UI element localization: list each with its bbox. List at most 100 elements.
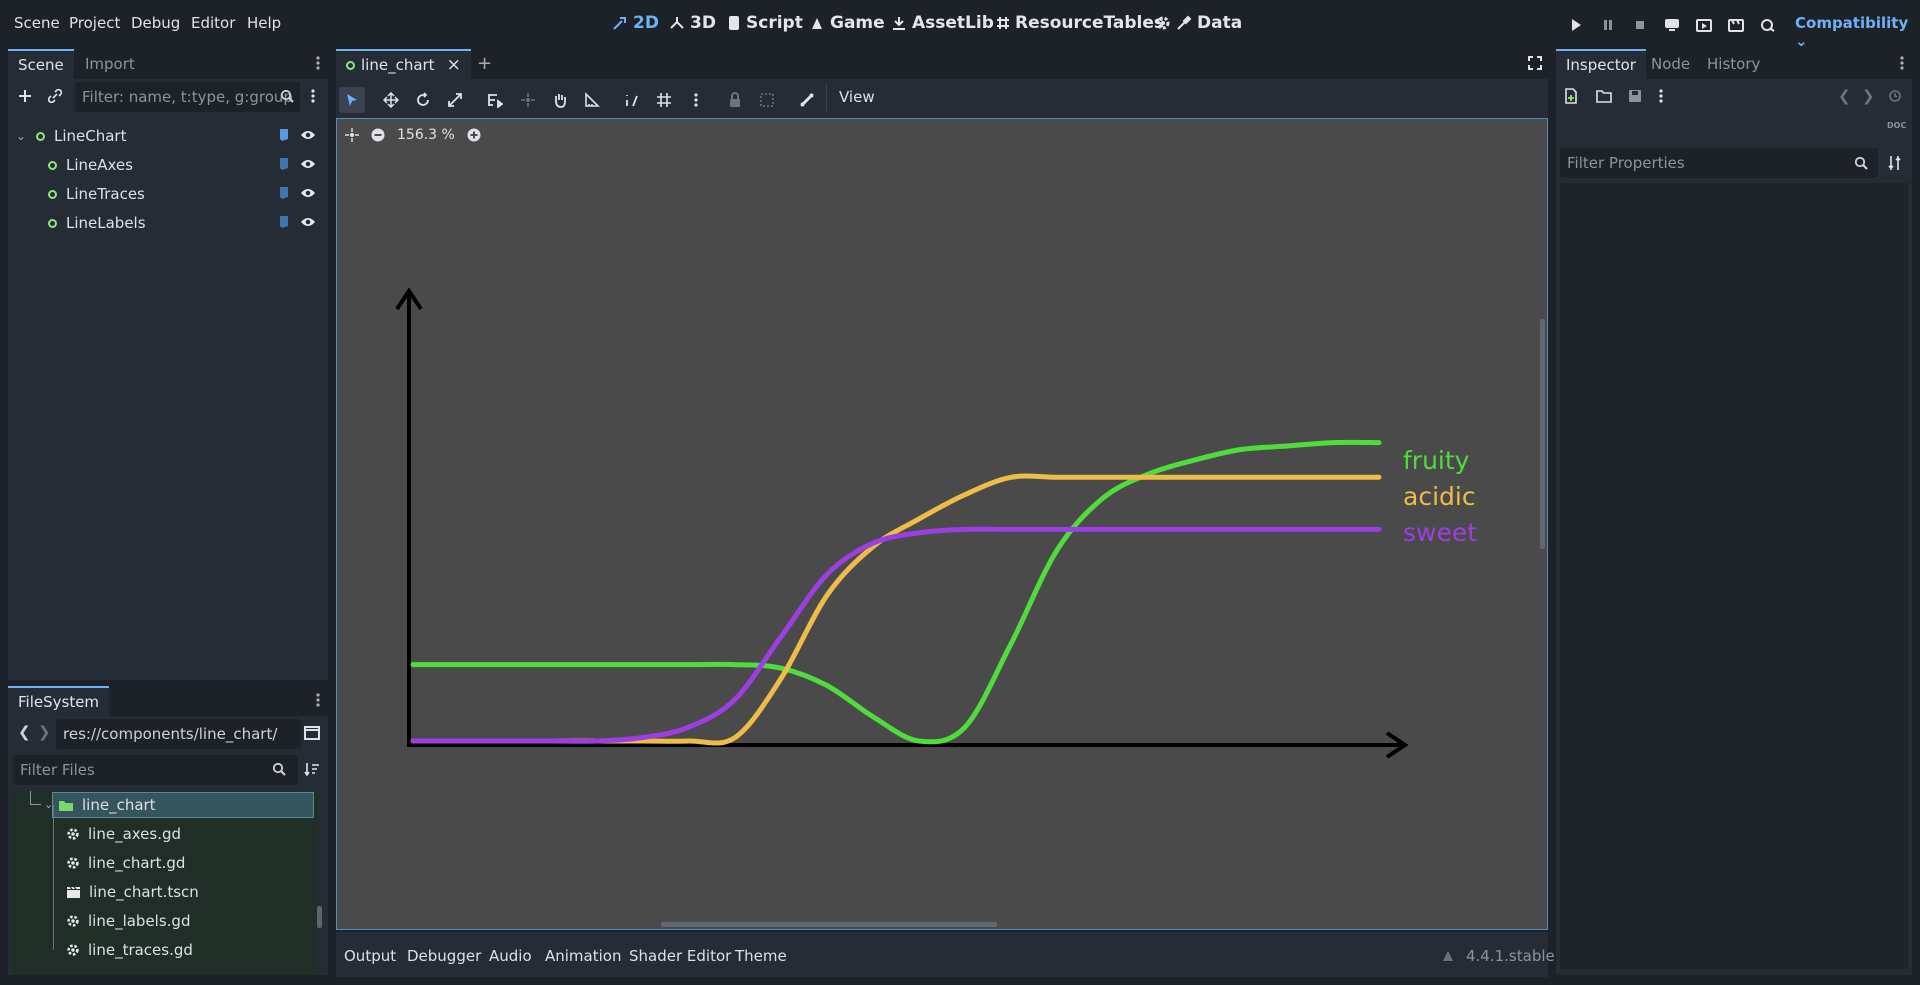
play-scene-icon[interactable] — [1694, 16, 1714, 34]
tab-shader-editor[interactable]: Shader Editor — [629, 947, 731, 965]
kebab-menu-icon[interactable] — [311, 88, 315, 104]
distraction-free-icon[interactable] — [1528, 56, 1542, 70]
open-folder-icon[interactable] — [1596, 89, 1612, 103]
tree-item-linechart[interactable]: ⌄ LineChart — [16, 123, 321, 149]
file-item[interactable]: line_axes.gd — [53, 805, 181, 847]
chevron-down-icon[interactable]: ⌄ — [16, 123, 32, 149]
mode-assetlib-button[interactable]: AssetLib — [891, 13, 994, 33]
script-attached-icon[interactable] — [278, 128, 290, 142]
visibility-eye-icon[interactable] — [300, 187, 316, 199]
list-select-icon[interactable] — [482, 87, 508, 113]
tab-debugger[interactable]: Debugger — [407, 947, 481, 965]
tab-animation[interactable]: Animation — [545, 947, 621, 965]
skeleton-bone-icon[interactable] — [794, 87, 820, 113]
mode-data-button[interactable]: Data — [1155, 13, 1242, 33]
menu-editor[interactable]: Editor — [191, 14, 235, 32]
menu-debug[interactable]: Debug — [131, 14, 180, 32]
play-custom-scene-icon[interactable] — [1726, 16, 1746, 34]
movie-maker-icon[interactable] — [1758, 16, 1778, 34]
scale-tool-icon[interactable] — [442, 87, 468, 113]
new-resource-icon[interactable] — [1564, 88, 1578, 104]
tab-import[interactable]: Import — [75, 49, 145, 79]
tab-output[interactable]: Output — [344, 947, 396, 965]
file-item[interactable]: line_chart.gd — [53, 834, 185, 876]
add-scene-tab-icon[interactable]: + — [477, 53, 492, 74]
smart-snap-icon[interactable] — [619, 87, 645, 113]
mode-resourcetables-button[interactable]: ResourceTables — [996, 13, 1164, 33]
tree-item-lineaxes[interactable]: LineAxes — [16, 152, 321, 178]
pan-tool-icon[interactable] — [547, 87, 573, 113]
tab-inspector[interactable]: Inspector — [1556, 49, 1646, 79]
lock-icon[interactable] — [722, 87, 748, 113]
mode-script-button[interactable]: Script — [727, 13, 803, 33]
menu-scene[interactable]: Scene — [14, 14, 60, 32]
canvas-viewport[interactable]: 156.3 % fruity acidic sweet — [336, 118, 1548, 930]
play-icon[interactable] — [1566, 16, 1586, 34]
script-attached-icon[interactable] — [278, 157, 290, 171]
tab-history[interactable]: History — [1697, 49, 1770, 79]
sort-icon[interactable] — [304, 762, 320, 776]
back-arrow-icon[interactable]: ❮ — [18, 723, 31, 741]
forward-arrow-icon[interactable]: ❯ — [38, 723, 51, 741]
tab-node[interactable]: Node — [1641, 49, 1700, 79]
doc-icon[interactable]: DOC — [1887, 121, 1906, 130]
folder-line-chart[interactable]: line_chart — [52, 792, 314, 818]
file-item[interactable]: line_chart.tscn — [53, 863, 199, 905]
link-icon[interactable] — [48, 89, 62, 103]
tree-item-linelabels[interactable]: LineLabels — [16, 210, 321, 236]
add-node-icon[interactable] — [17, 88, 33, 104]
clapper-icon — [66, 886, 81, 899]
renderer-selector[interactable]: Compatibility ⌄ — [1795, 14, 1920, 50]
object-selector[interactable] — [1560, 117, 1878, 143]
filesystem-scrollbar[interactable] — [317, 906, 322, 928]
horizontal-scrollbar[interactable] — [661, 922, 997, 927]
filter-properties-input[interactable]: Filter Properties — [1560, 148, 1878, 178]
tree-item-linetraces[interactable]: LineTraces — [16, 181, 321, 207]
history-forward-icon[interactable]: ❯ — [1862, 87, 1875, 105]
grid-snap-icon[interactable] — [651, 87, 677, 113]
save-icon[interactable] — [1628, 89, 1642, 103]
kebab-menu-icon[interactable] — [316, 55, 320, 71]
chart-traces — [410, 439, 1382, 746]
file-item[interactable]: line_traces.gd — [53, 921, 193, 963]
pivot-tool-icon[interactable] — [515, 87, 541, 113]
kebab-menu-icon[interactable] — [683, 87, 709, 113]
scene-filter-input[interactable]: Filter: name, t:type, g:group — [75, 82, 300, 112]
remote-debug-icon[interactable] — [1662, 16, 1682, 34]
tool-settings-icon[interactable] — [1888, 155, 1902, 171]
tab-audio[interactable]: Audio — [489, 947, 532, 965]
stop-icon[interactable] — [1630, 16, 1650, 34]
visibility-eye-icon[interactable] — [300, 216, 316, 228]
file-item[interactable]: line_labels.gd — [53, 892, 190, 934]
pause-icon[interactable] — [1598, 16, 1618, 34]
filter-files-input[interactable]: Filter Files — [13, 755, 298, 785]
tab-filesystem[interactable]: FileSystem — [8, 686, 110, 716]
layout-toggle-icon[interactable] — [304, 726, 320, 740]
rotate-tool-icon[interactable] — [410, 87, 436, 113]
view-menu-button[interactable]: View — [839, 88, 875, 106]
tab-theme[interactable]: Theme — [735, 947, 787, 965]
vertical-scrollbar[interactable] — [1540, 319, 1545, 549]
select-tool-icon[interactable] — [339, 87, 365, 113]
tab-scene[interactable]: Scene — [8, 49, 74, 79]
move-tool-icon[interactable] — [378, 87, 404, 113]
mode-game-button[interactable]: Game — [809, 13, 885, 33]
path-input[interactable]: res://components/line_chart/ — [56, 719, 301, 749]
menu-project[interactable]: Project — [69, 14, 120, 32]
history-back-icon[interactable]: ❮ — [1838, 87, 1851, 105]
ruler-tool-icon[interactable] — [579, 87, 605, 113]
mode-3d-button[interactable]: 3D — [669, 13, 716, 33]
kebab-menu-icon[interactable] — [1900, 55, 1904, 71]
close-icon[interactable]: × — [447, 51, 461, 79]
script-attached-icon[interactable] — [278, 215, 290, 229]
visibility-eye-icon[interactable] — [300, 158, 316, 170]
mode-2d-button[interactable]: 2D — [612, 13, 659, 33]
group-icon[interactable] — [754, 87, 780, 113]
visibility-eye-icon[interactable] — [300, 129, 316, 141]
kebab-menu-icon[interactable] — [316, 692, 320, 708]
kebab-menu-icon[interactable] — [1659, 88, 1663, 104]
object-history-icon[interactable] — [1888, 89, 1902, 103]
scene-tab-line-chart[interactable]: line_chart × — [336, 49, 471, 79]
script-attached-icon[interactable] — [278, 186, 290, 200]
menu-help[interactable]: Help — [247, 14, 281, 32]
